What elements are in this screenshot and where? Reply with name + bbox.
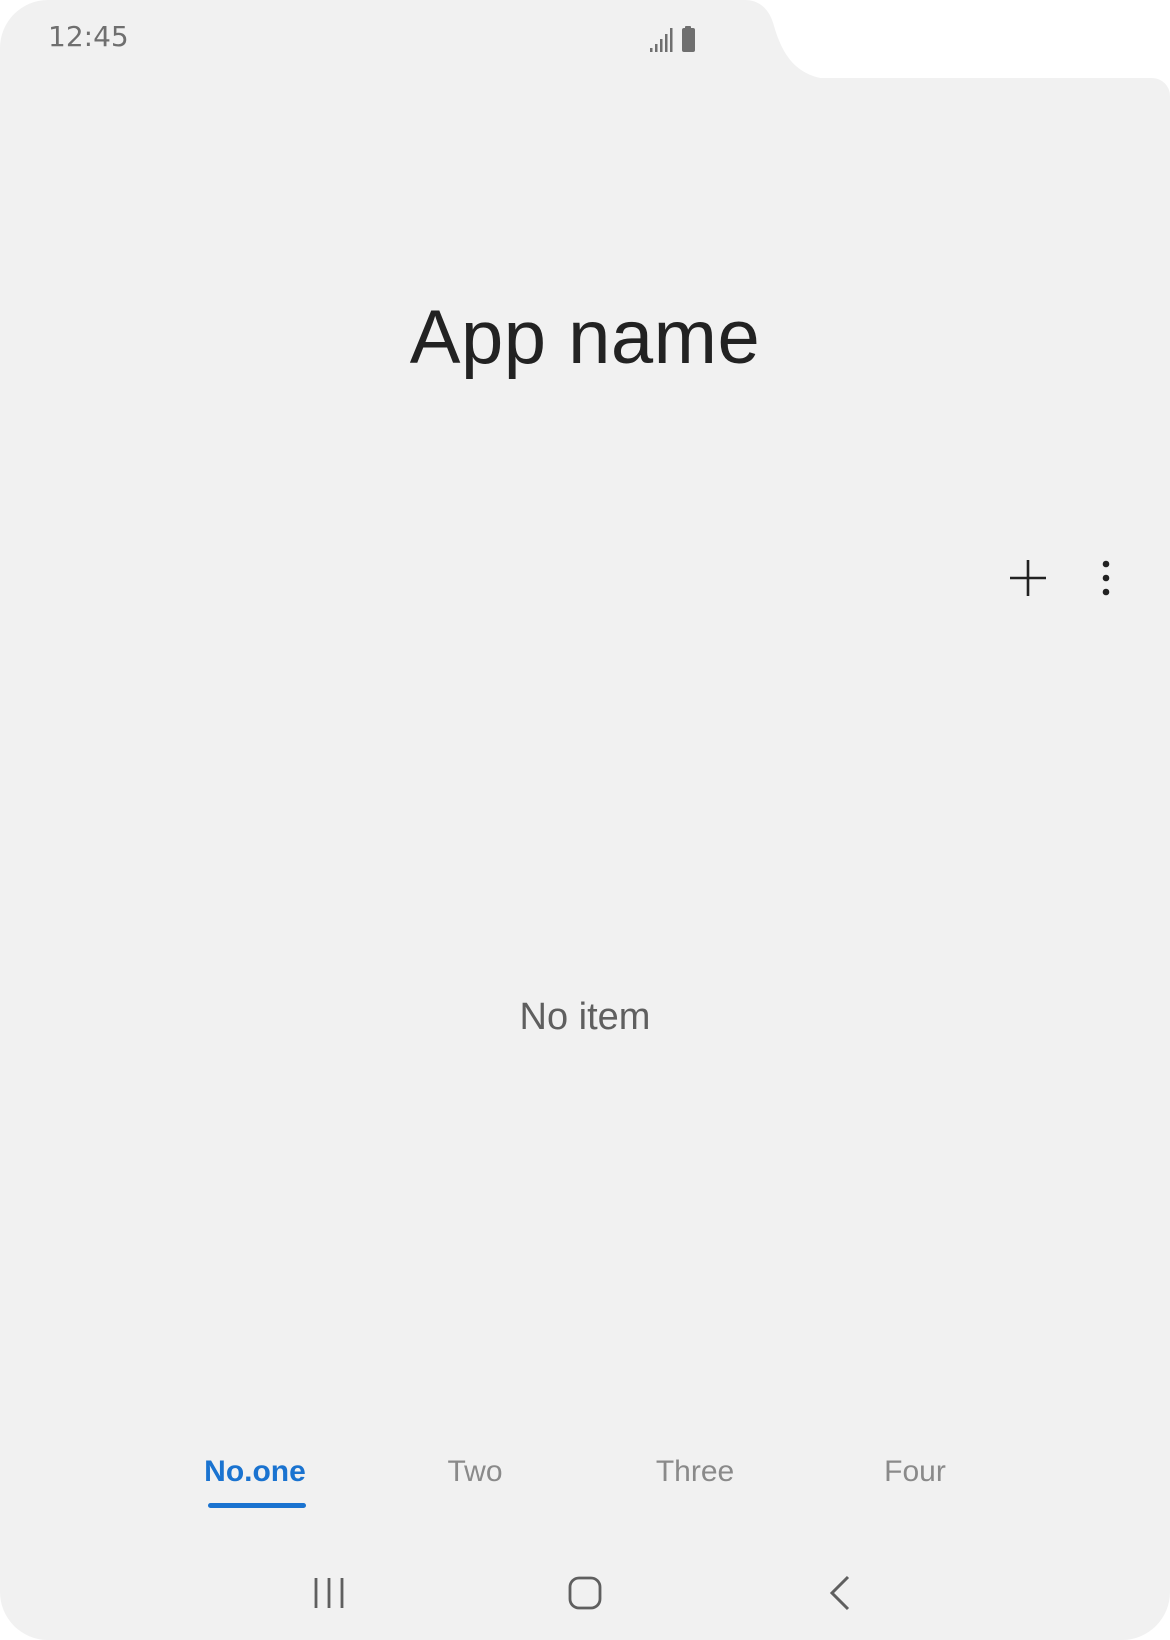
recent-apps-icon — [314, 1578, 344, 1608]
home-icon — [568, 1576, 602, 1610]
status-area-panel — [0, 0, 745, 120]
more-vertical-icon — [1102, 560, 1110, 596]
tab-no-one[interactable]: No.one — [180, 1455, 330, 1489]
tab-four[interactable]: Four — [840, 1455, 990, 1489]
battery-icon — [682, 26, 695, 52]
more-options-button[interactable] — [1076, 548, 1136, 608]
device-screen: 12:45 App name No item No.one Two Three … — [0, 0, 1170, 1640]
app-title: App name — [409, 295, 761, 380]
recent-apps-button[interactable] — [297, 1568, 361, 1618]
back-icon — [829, 1575, 850, 1611]
tab-selected-indicator — [208, 1503, 306, 1508]
add-button[interactable] — [998, 548, 1058, 608]
plus-icon — [1010, 560, 1046, 596]
status-icons — [650, 26, 695, 52]
notch-curve — [700, 0, 840, 80]
tab-three[interactable]: Three — [620, 1455, 770, 1489]
bottom-tabs: No.one Two Three Four — [180, 1455, 980, 1525]
empty-state-message: No item — [519, 996, 651, 1038]
tab-two[interactable]: Two — [400, 1455, 550, 1489]
back-button[interactable] — [808, 1568, 872, 1618]
home-button[interactable] — [553, 1568, 617, 1618]
status-time: 12:45 — [48, 20, 129, 53]
signal-icon — [650, 28, 673, 52]
